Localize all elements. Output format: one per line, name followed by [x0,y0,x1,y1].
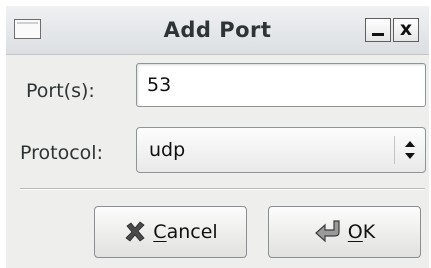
title-bar: Add Port x [6,6,429,55]
ok-label: K [362,221,376,243]
up-down-arrows-icon [405,141,415,159]
cancel-button[interactable]: Cancel [94,206,247,258]
ports-label: Port(s): [26,80,95,102]
cancel-label: ancel [166,221,218,243]
ports-input[interactable] [136,63,426,107]
close-icon[interactable]: x [393,18,419,42]
ok-mnemonic: O [347,221,363,243]
protocol-select[interactable]: udp [136,127,426,173]
add-port-dialog: Add Port x Port(s): Protocol: udp Cancel… [6,6,429,268]
ok-button[interactable]: OK [268,206,421,258]
cross-icon [125,221,145,242]
enter-arrow-icon [314,220,340,243]
separator [20,188,425,190]
combo-divider [394,136,395,164]
minimize-icon[interactable] [365,18,391,42]
protocol-label: Protocol: [20,142,103,164]
cancel-mnemonic: C [153,221,167,243]
protocol-selected-value: udp [149,139,186,161]
